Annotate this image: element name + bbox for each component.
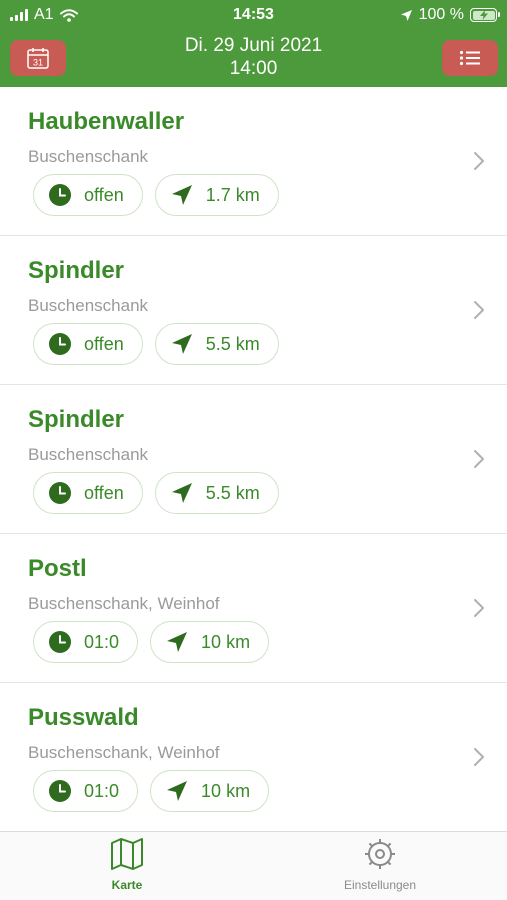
tab-karte[interactable]: Karte xyxy=(95,838,159,892)
tab-einstellungen[interactable]: Einstellungen xyxy=(330,838,430,892)
opening-status: offen xyxy=(84,333,124,354)
opening-status: offen xyxy=(84,482,124,503)
app-header: A1 14:53 100 % 31 Di. 29 Juni 2021 14:00 xyxy=(0,0,507,87)
tab-bar: Karte Einstellungen xyxy=(0,831,507,900)
listing-chips: 01:0 10 km xyxy=(33,770,270,812)
listing-name: Pusswald xyxy=(28,704,139,731)
opening-status-chip: 01:0 xyxy=(33,770,139,812)
listing-name: Haubenwaller xyxy=(28,108,185,135)
chevron-right-icon xyxy=(474,450,484,468)
listing-chips: offen 5.5 km xyxy=(33,472,279,514)
clock-icon xyxy=(48,183,72,207)
distance: 5.5 km xyxy=(205,333,260,354)
chevron-right-icon xyxy=(474,599,484,617)
distance: 10 km xyxy=(201,631,251,652)
battery-percent: 100 % xyxy=(418,6,464,23)
location-services-icon xyxy=(400,9,412,21)
distance-chip: 5.5 km xyxy=(154,472,279,514)
location-arrow-icon xyxy=(165,779,189,803)
distance: 1.7 km xyxy=(205,184,260,205)
list-view-button[interactable] xyxy=(442,40,498,76)
chevron-right-icon xyxy=(474,748,484,766)
gear-icon xyxy=(365,839,395,869)
listing-type: Buschenschank, Weinhof xyxy=(28,743,220,762)
listing-name: Postl xyxy=(28,555,87,582)
header-time: 14:00 xyxy=(229,58,278,79)
distance-chip: 5.5 km xyxy=(154,323,279,365)
listing-chips: 01:0 10 km xyxy=(33,621,270,663)
listing-type: Buschenschank xyxy=(28,147,149,166)
list-item[interactable]: Spindler Buschenschank offen 5.5 km xyxy=(0,236,507,385)
list-item[interactable]: Postl Buschenschank, Weinhof 01:0 10 km xyxy=(0,534,507,683)
location-arrow-icon xyxy=(170,481,194,505)
listing-list[interactable]: Haubenwaller Buschenschank offen 1.7 km … xyxy=(0,87,507,831)
tab-karte-label: Karte xyxy=(111,878,143,892)
chevron-right-icon xyxy=(474,152,484,170)
distance-chip: 10 km xyxy=(150,770,270,812)
listing-chips: offen 5.5 km xyxy=(33,323,279,365)
status-right: 100 % xyxy=(400,6,500,24)
distance-chip: 1.7 km xyxy=(154,174,279,216)
listing-type: Buschenschank xyxy=(28,296,149,315)
clock-icon xyxy=(48,630,72,654)
location-arrow-icon xyxy=(165,630,189,654)
listing-type: Buschenschank, Weinhof xyxy=(28,594,220,613)
opening-status-chip: offen xyxy=(33,174,143,216)
listing-type: Buschenschank xyxy=(28,445,149,464)
header-date: Di. 29 Juni 2021 xyxy=(184,35,323,56)
listing-chips: offen 1.7 km xyxy=(33,174,279,216)
listing-name: Spindler xyxy=(28,406,125,433)
location-arrow-icon xyxy=(170,332,194,356)
map-icon xyxy=(111,838,143,870)
clock-icon xyxy=(48,481,72,505)
opening-status-chip: offen xyxy=(33,323,143,365)
list-icon xyxy=(459,50,480,66)
chevron-right-icon xyxy=(474,301,484,319)
opening-status: 01:0 xyxy=(84,780,120,801)
location-arrow-icon xyxy=(170,183,194,207)
list-item[interactable]: Pusswald Buschenschank, Weinhof 01:0 10 … xyxy=(0,683,507,831)
list-item[interactable]: Spindler Buschenschank offen 5.5 km xyxy=(0,385,507,534)
opening-status-chip: 01:0 xyxy=(33,621,139,663)
distance: 5.5 km xyxy=(205,482,260,503)
clock-icon xyxy=(48,332,72,356)
opening-status-chip: offen xyxy=(33,472,143,514)
battery-icon xyxy=(470,8,500,22)
distance-chip: 10 km xyxy=(150,621,270,663)
clock-icon xyxy=(48,779,72,803)
listing-name: Spindler xyxy=(28,257,125,284)
opening-status: offen xyxy=(84,184,124,205)
list-item[interactable]: Haubenwaller Buschenschank offen 1.7 km xyxy=(0,87,507,236)
tab-einstellungen-label: Einstellungen xyxy=(343,878,417,892)
distance: 10 km xyxy=(201,780,251,801)
header-datetime[interactable]: Di. 29 Juni 2021 14:00 xyxy=(0,34,507,80)
status-bar: A1 14:53 100 % xyxy=(0,0,507,30)
opening-status: 01:0 xyxy=(84,631,120,652)
